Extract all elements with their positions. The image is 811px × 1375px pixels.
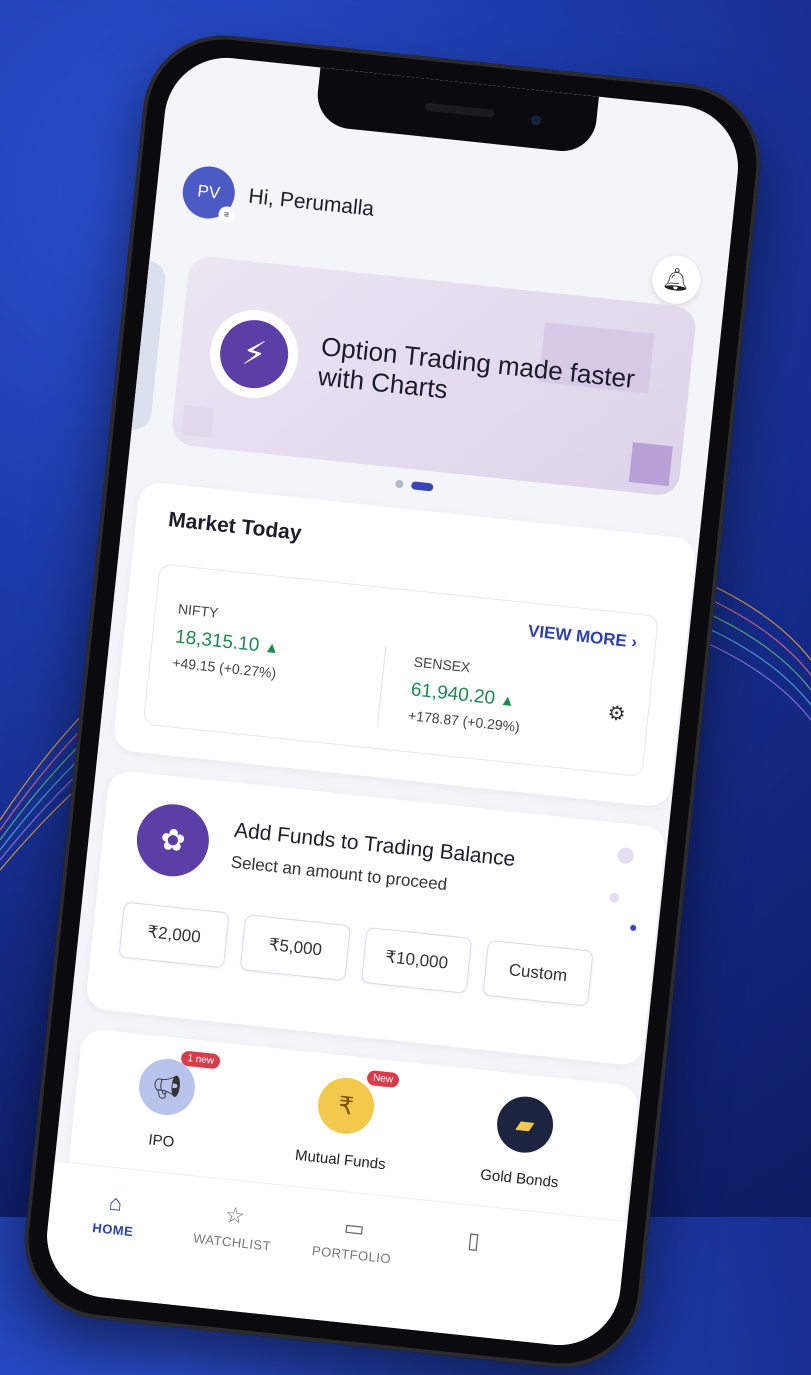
arrow-up-icon: ▲ [263,638,281,658]
divider [376,646,387,727]
product-ipo[interactable]: 📢︎ 1 new IPO [91,1050,240,1157]
index-name: SENSEX [413,653,472,676]
amount-chip[interactable]: ₹5,000 [239,914,351,982]
funds-icon: ✿ [133,800,213,880]
view-more-link[interactable]: VIEW MORE › [527,621,638,652]
decorative-dot [608,892,620,904]
index-sensex[interactable]: SENSEX 61,940.20 ▲ +178.87 (+0.29%) [407,654,526,735]
index-value: 61,940.20 ▲ [409,679,516,711]
arrow-up-icon: ▲ [499,691,516,711]
decorative-dot [616,846,635,865]
banner-decoration [181,405,215,439]
index-nifty[interactable]: NIFTY 18,315.10 ▲ +49.15 (+0.27%) [172,601,283,682]
promo-banner[interactable]: ⚡︎ Option Trading made faster with Chart… [170,254,698,498]
carousel-dot[interactable] [394,479,404,489]
bell-icon[interactable]: 🔔︎ [649,253,703,307]
carousel-dots[interactable] [394,479,442,493]
product-label: Gold Bonds [479,1166,560,1192]
index-change: +178.87 (+0.29%) [407,707,521,735]
speaker-icon [424,102,495,118]
folder-icon: ▭ [342,1214,366,1242]
lightning-icon: ⚡︎ [205,305,303,403]
amount-chip[interactable]: ₹2,000 [118,901,230,969]
phone-screen: PV ≡ Hi, Perumalla 🔔︎ ⚡︎ Option Trading … [41,51,745,1352]
indices-box: VIEW MORE › NIFTY 18,315.10 ▲ +49.15 (+0… [142,563,659,777]
greeting-text: Hi, Perumalla [247,184,376,221]
product-label: IPO [147,1131,176,1152]
index-change: +49.15 (+0.27%) [171,654,278,682]
avatar-initials: PV [196,181,222,203]
product-mutual-funds[interactable]: ₹ New Mutual Funds [270,1069,419,1176]
header: PV ≡ Hi, Perumalla [180,163,376,236]
avatar[interactable]: PV ≡ [180,163,238,224]
amount-chip[interactable]: ₹10,000 [361,927,473,994]
money-bag-icon: ₹ New [315,1069,400,1137]
add-funds-card: ✿ Add Funds to Trading Balance Select an… [84,769,667,1067]
new-badge: New [366,1069,400,1089]
banner-decoration [628,442,673,487]
nav-label: PORTFOLIO [311,1243,392,1267]
product-gold-bonds[interactable]: ▰ Gold Bonds [449,1089,598,1194]
nav-label: HOME [91,1220,135,1240]
clipboard-icon: ▯ [466,1227,482,1254]
gold-bars-icon: ▰ [494,1093,556,1156]
star-icon: ☆ [223,1201,247,1229]
home-icon: ⌂ [107,1189,124,1216]
nav-home[interactable]: ⌂ HOME [57,1185,171,1243]
custom-amount-chip[interactable]: Custom [482,939,594,1007]
menu-icon: ≡ [217,205,236,224]
new-badge: 1 new [180,1050,221,1070]
camera-icon [527,111,545,130]
decorative-dot [629,924,637,932]
nav-watchlist[interactable]: ☆ WATCHLIST [177,1197,291,1255]
market-title: Market Today [167,508,303,545]
carousel-dot-active[interactable] [410,481,434,492]
nav-label: WATCHLIST [192,1230,272,1254]
index-name: NIFTY [177,600,220,621]
index-value: 18,315.10 ▲ [174,626,281,658]
chevron-right-icon: › [630,632,639,652]
market-today-card: Market Today VIEW MORE › NIFTY 18,315.10… [112,480,698,808]
nav-orders[interactable]: ▯ [417,1222,530,1265]
gear-icon[interactable]: ⚙︎ [606,700,626,727]
phone-notch [314,67,599,155]
megaphone-icon: 📢︎ 1 new [136,1050,221,1118]
nav-portfolio[interactable]: ▭ PORTFOLIO [296,1210,410,1268]
product-label: Mutual Funds [294,1146,387,1174]
